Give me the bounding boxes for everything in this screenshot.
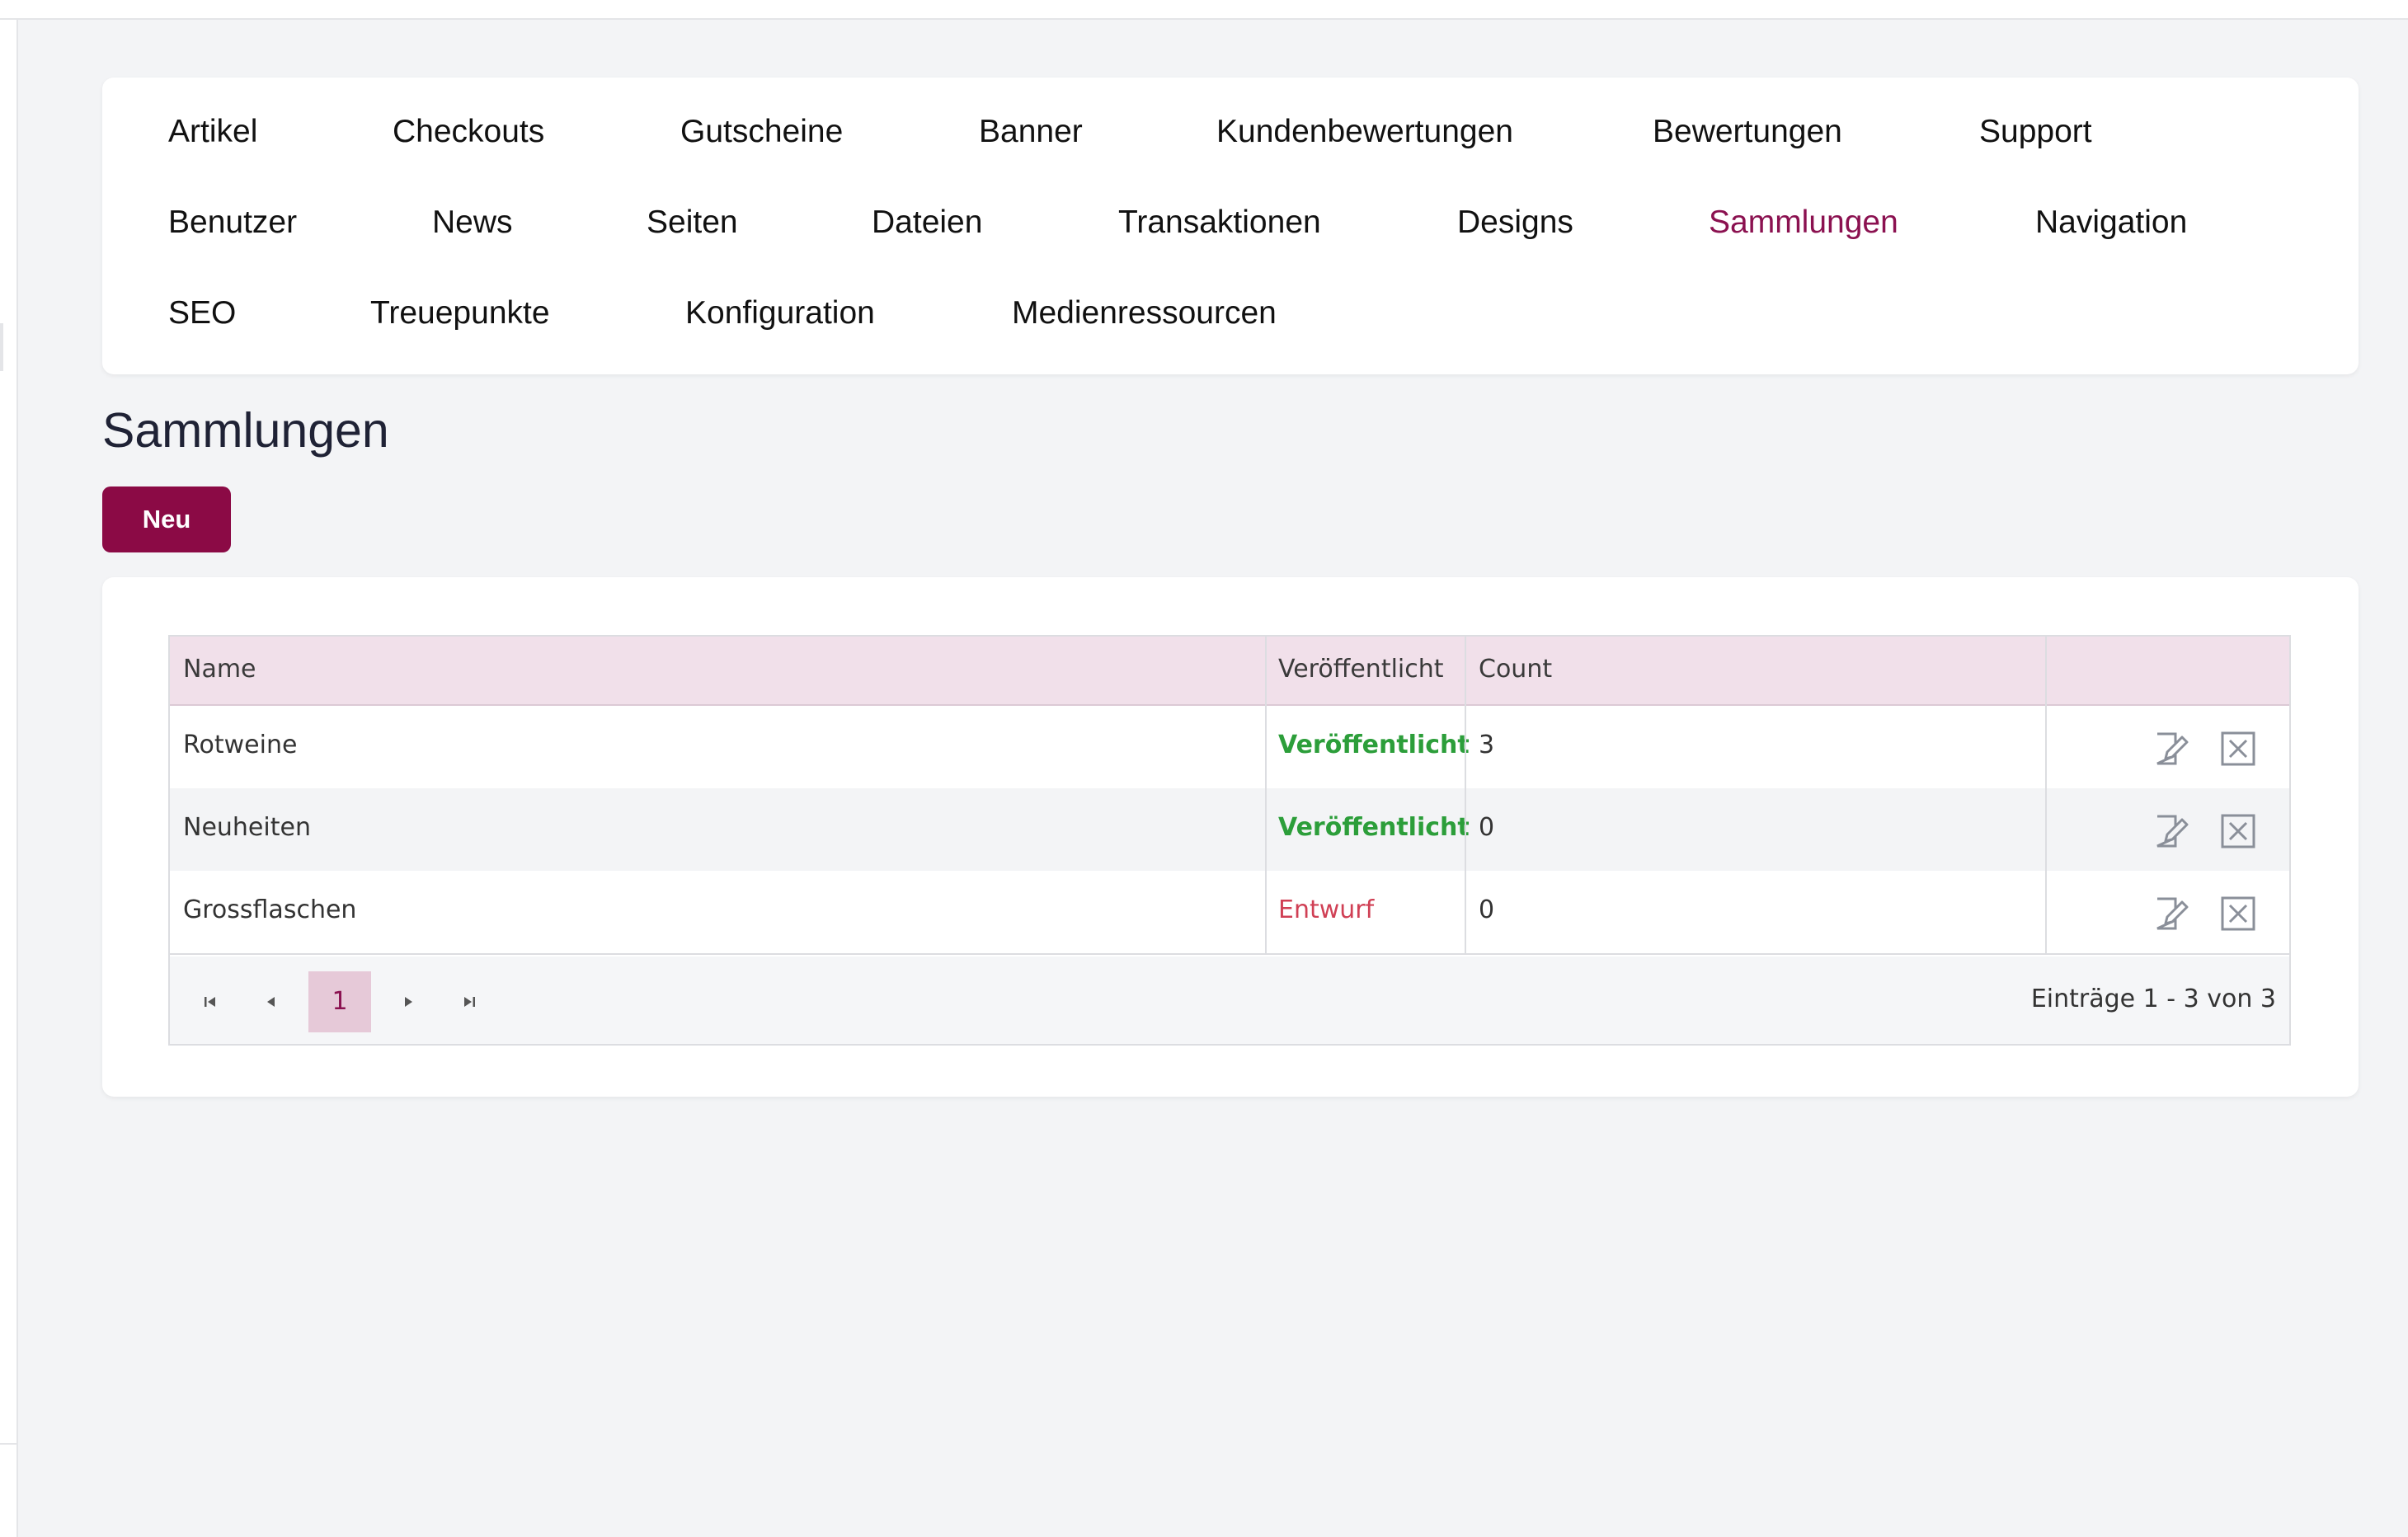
nav-item-transaktionen[interactable]: Transaktionen	[1118, 203, 1321, 242]
nav-item-medienressourcen[interactable]: Medienressourcen	[1012, 294, 1277, 333]
table-row[interactable]: Grossflaschen Entwurf 0	[170, 871, 2289, 955]
main-navigation: Artikel Checkouts Gutscheine Banner Kund…	[102, 78, 2359, 374]
column-divider	[1465, 637, 1466, 953]
nav-item-news[interactable]: News	[432, 203, 513, 242]
nav-item-seiten[interactable]: Seiten	[647, 203, 738, 242]
row-status-badge: Veröffentlicht	[1278, 731, 1470, 759]
table-row[interactable]: Neuheiten Veröffentlicht 0	[170, 788, 2289, 871]
table-header: Name Veröffentlicht Count	[170, 637, 2289, 706]
row-status-badge: Veröffentlicht	[1278, 813, 1470, 842]
delete-icon[interactable]	[2220, 895, 2256, 932]
current-page-button[interactable]: 1	[308, 971, 371, 1032]
nav-item-konfiguration[interactable]: Konfiguration	[685, 294, 875, 333]
column-divider	[1265, 637, 1267, 953]
previous-page-icon[interactable]	[241, 971, 302, 1032]
nav-item-seo[interactable]: SEO	[168, 294, 236, 333]
nav-item-bewertungen[interactable]: Bewertungen	[1653, 112, 1842, 152]
nav-item-dateien[interactable]: Dateien	[872, 203, 982, 242]
nav-item-gutscheine[interactable]: Gutscheine	[680, 112, 843, 152]
row-name: Neuheiten	[183, 813, 311, 842]
nav-item-navigation[interactable]: Navigation	[2035, 203, 2187, 242]
nav-item-sammlungen[interactable]: Sammlungen	[1709, 203, 1898, 242]
top-bar	[0, 0, 2408, 20]
nav-item-banner[interactable]: Banner	[979, 112, 1083, 152]
next-page-icon[interactable]	[378, 971, 439, 1032]
nav-item-checkouts[interactable]: Checkouts	[393, 112, 544, 152]
delete-icon[interactable]	[2220, 813, 2256, 849]
row-count: 0	[1479, 895, 1495, 924]
nav-item-artikel[interactable]: Artikel	[168, 112, 257, 152]
page-title: Sammlungen	[102, 403, 389, 458]
row-name: Rotweine	[183, 731, 298, 759]
collections-grid: Name Veröffentlicht Count Rotweine Veröf…	[168, 635, 2291, 1046]
nav-item-treuepunkte[interactable]: Treuepunkte	[370, 294, 550, 333]
left-rail	[0, 20, 18, 1537]
pagination-info: Einträge 1 - 3 von 3	[2030, 985, 2276, 1013]
new-button[interactable]: Neu	[102, 486, 231, 552]
nav-item-kundenbewertungen[interactable]: Kundenbewertungen	[1216, 112, 1513, 152]
row-name: Grossflaschen	[183, 895, 357, 924]
nav-item-designs[interactable]: Designs	[1457, 203, 1573, 242]
column-header-count[interactable]: Count	[1479, 655, 1552, 684]
collections-table-card: Name Veröffentlicht Count Rotweine Veröf…	[102, 577, 2359, 1097]
pagination: 1 Einträge 1 - 3 von 3	[170, 957, 2289, 1044]
table-row[interactable]: Rotweine Veröffentlicht 3	[170, 706, 2289, 788]
edit-icon[interactable]	[2152, 895, 2189, 932]
column-header-name[interactable]: Name	[183, 655, 256, 684]
edit-icon[interactable]	[2152, 731, 2189, 767]
edit-icon[interactable]	[2152, 813, 2189, 849]
row-count: 3	[1479, 731, 1495, 759]
last-page-icon[interactable]	[439, 971, 500, 1032]
left-rail-divider	[0, 1443, 16, 1445]
column-divider	[2045, 637, 2047, 953]
row-count: 0	[1479, 813, 1495, 842]
column-header-published[interactable]: Veröffentlicht	[1278, 655, 1444, 684]
nav-item-benutzer[interactable]: Benutzer	[168, 203, 297, 242]
first-page-icon[interactable]	[180, 971, 241, 1032]
left-rail-marker	[0, 323, 3, 371]
nav-item-support[interactable]: Support	[1979, 112, 2092, 152]
row-status-badge: Entwurf	[1278, 895, 1375, 924]
delete-icon[interactable]	[2220, 731, 2256, 767]
